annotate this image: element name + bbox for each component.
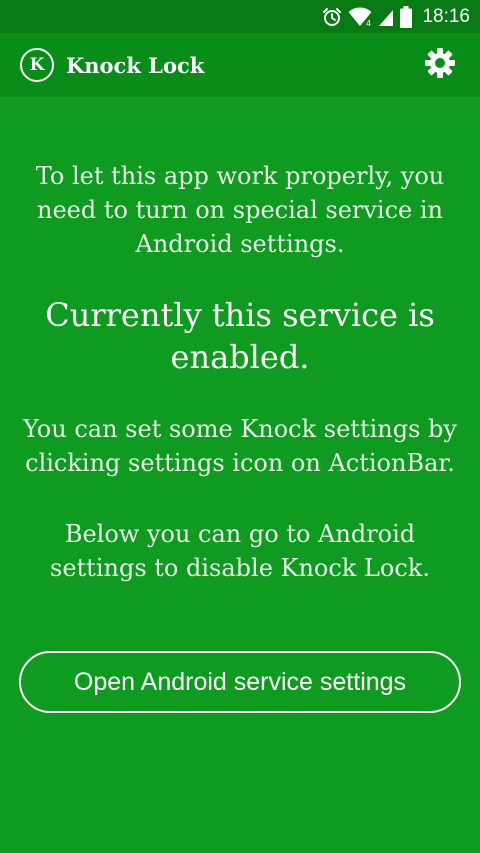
settings-button[interactable]	[422, 47, 458, 83]
disable-hint-text: Below you can go to Android settings to …	[50, 520, 430, 582]
app-logo-letter: K	[29, 55, 45, 75]
app-title: Knock Lock	[66, 52, 205, 78]
status-time: 18:16	[422, 5, 470, 27]
signal-icon	[378, 7, 394, 27]
instruction-text: To let this app work properly, you need …	[35, 162, 445, 258]
svg-text:4: 4	[366, 19, 371, 27]
open-android-service-settings-label: Open Android service settings	[73, 667, 407, 696]
open-android-service-settings-button[interactable]: Open Android service settings	[19, 651, 461, 713]
main-content: To let this app work properly, you need …	[0, 97, 480, 585]
alarm-icon	[322, 7, 342, 27]
action-bar: K Knock Lock	[0, 33, 480, 97]
service-status-text: Currently this service is enabled.	[45, 296, 435, 376]
app-logo: K	[20, 48, 54, 82]
settings-hint-text: You can set some Knock settings by click…	[23, 415, 457, 477]
battery-icon	[400, 5, 413, 28]
wifi-icon: 4	[348, 7, 372, 27]
status-bar: 4 18:16	[0, 0, 480, 33]
gear-icon	[424, 47, 456, 83]
